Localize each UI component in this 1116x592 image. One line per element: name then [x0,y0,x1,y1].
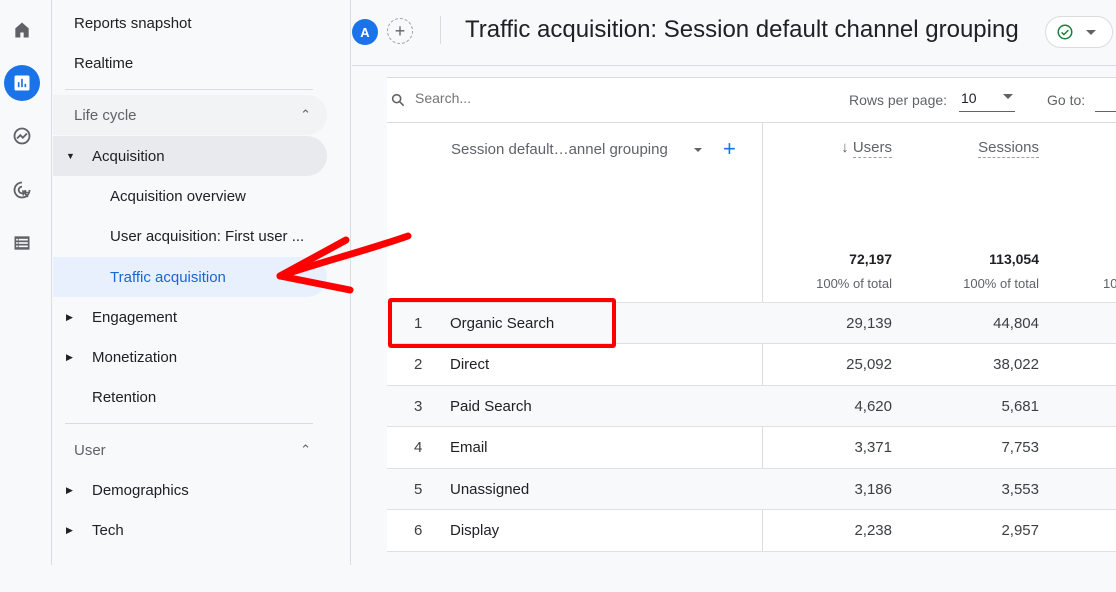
report-card: Rows per page: 10 Go to: Session default… [352,67,1116,592]
nav-traffic-acquisition[interactable]: Traffic acquisition [53,257,327,297]
caret-right-icon: ▶ [66,311,73,322]
header-separator [440,16,441,44]
nav-realtime[interactable]: Realtime [53,43,327,83]
explore-icon[interactable] [4,118,40,154]
row-users: 29,139 [846,315,892,332]
table-search-input[interactable] [415,90,715,106]
row-channel: Direct [450,356,490,373]
table-row[interactable]: 2 Direct 25,092 38,022 [387,343,1116,384]
page-title: Traffic acquisition: Session default cha… [465,16,1019,43]
sort-desc-icon: ↓ [841,139,849,156]
users-column-header[interactable]: ↓ Users [841,139,892,158]
reports-nav: Reports snapshot Realtime Life cycle ⌃ ▼… [53,0,351,565]
row-sessions: 7,753 [1001,439,1039,456]
nav-acquisition-overview[interactable]: Acquisition overview [53,176,327,216]
table-row[interactable]: 1 Organic Search 29,139 44,804 [387,302,1116,343]
nav-acquisition[interactable]: ▼ Acquisition [53,136,327,176]
row-channel: Email [450,439,488,456]
nav-reports-snapshot[interactable]: Reports snapshot [53,3,327,43]
nav-divider [65,423,313,424]
dimension-dropdown-icon[interactable] [694,148,702,152]
advertising-icon[interactable] [4,172,40,208]
row-users: 3,371 [854,439,892,456]
report-status-button[interactable] [1045,16,1113,48]
add-dimension-button[interactable]: + [723,136,736,162]
table-toolbar: Rows per page: 10 Go to: [387,78,1116,123]
nav-section-user[interactable]: User ⌃ [53,430,327,470]
report-header: A + Traffic acquisition: Session default… [352,0,1116,66]
nav-engagement[interactable]: ▶ Engagement [53,297,327,337]
table-row[interactable]: 6 Display 2,238 2,957 [387,509,1116,550]
row-sessions: 3,553 [1001,481,1039,498]
rows-per-page-label: Rows per page: [849,92,948,108]
caret-right-icon: ▶ [66,524,73,535]
nav-demographics[interactable]: ▶ Demographics [53,470,327,510]
table-row[interactable]: 5 Unassigned 3,186 3,553 [387,468,1116,509]
library-icon[interactable] [4,225,40,261]
row-channel: Paid Search [450,398,532,415]
third-column-total-percent: 10 [1103,276,1116,291]
row-channel: Unassigned [450,481,530,498]
search-icon [390,92,406,113]
users-total-percent: 100% of total [816,276,892,291]
nav-monetization[interactable]: ▶ Monetization [53,337,327,377]
nav-tech[interactable]: ▶ Tech [53,510,327,550]
rows-per-page-select[interactable]: 10 [959,88,1015,112]
row-sessions: 38,022 [993,356,1039,373]
dimension-column-header[interactable]: Session default…annel grouping [451,141,668,158]
comparison-avatar[interactable]: A [352,19,378,45]
reports-icon[interactable] [4,65,40,101]
home-icon[interactable] [4,12,40,48]
row-channel: Display [450,522,500,539]
users-total: 72,197 [849,251,892,267]
table-row-partial[interactable] [387,551,1116,592]
table-row[interactable]: 4 Email 3,371 7,753 [387,426,1116,467]
nav-section-life-cycle[interactable]: Life cycle ⌃ [53,95,327,135]
nav-divider [65,89,313,90]
nav-retention[interactable]: Retention [53,377,327,417]
sessions-total-percent: 100% of total [963,276,1039,291]
goto-page-input[interactable] [1095,88,1116,112]
row-sessions: 44,804 [993,315,1039,332]
caret-down-icon: ▼ [66,151,75,161]
goto-label: Go to: [1047,92,1086,108]
add-comparison-button[interactable]: + [387,18,413,44]
dropdown-arrow-icon [1003,94,1013,99]
row-users: 4,620 [854,398,892,415]
row-users: 2,238 [854,522,892,539]
sessions-total: 113,054 [989,251,1039,267]
table-row[interactable]: 3 Paid Search 4,620 5,681 [387,385,1116,426]
data-table: Rows per page: 10 Go to: Session default… [387,77,1116,592]
chevron-up-icon: ⌃ [300,442,311,457]
row-sessions: 5,681 [1001,398,1039,415]
row-users: 3,186 [854,481,892,498]
row-channel: Organic Search [450,315,555,332]
dropdown-arrow-icon [1086,29,1096,35]
icon-rail [0,0,52,565]
check-circle-icon [1057,24,1073,40]
chevron-up-icon: ⌃ [300,107,311,122]
caret-right-icon: ▶ [66,351,73,362]
row-sessions: 2,957 [1001,522,1039,539]
row-users: 25,092 [846,356,892,373]
nav-user-acquisition[interactable]: User acquisition: First user ... [53,216,327,256]
sessions-column-header[interactable]: Sessions [978,139,1039,158]
caret-right-icon: ▶ [66,484,73,495]
